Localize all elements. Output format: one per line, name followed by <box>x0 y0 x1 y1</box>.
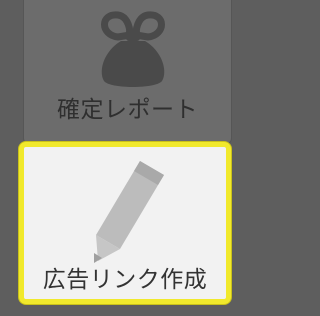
pencil-icon <box>94 161 164 263</box>
create-ad-link-label: 広告リンク作成 <box>42 267 208 293</box>
purse-icon <box>101 11 165 87</box>
report-confirm-label: 確定レポート <box>57 97 198 123</box>
create-ad-link-tile[interactable]: 広告リンク作成 <box>19 142 231 304</box>
report-confirm-tile[interactable]: 確定レポート <box>23 0 232 145</box>
